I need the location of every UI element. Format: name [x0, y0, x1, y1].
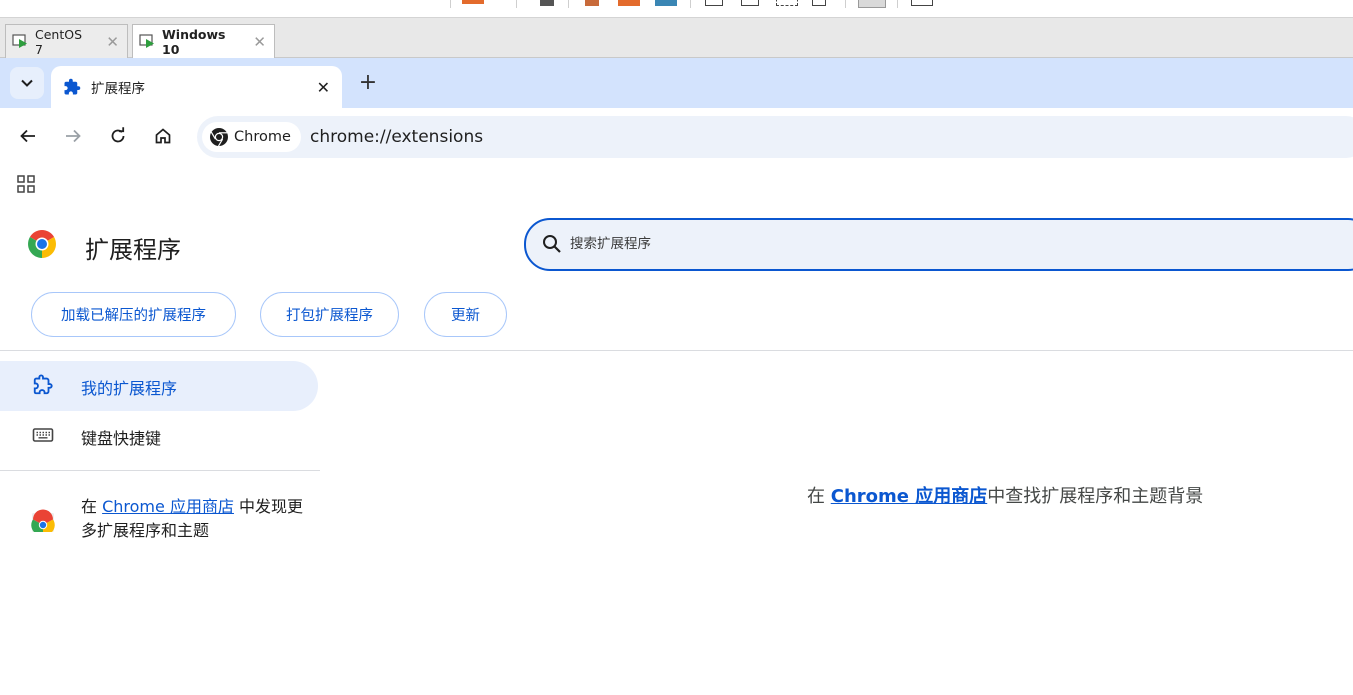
- toolbar-separator: [568, 0, 569, 8]
- site-info-chip[interactable]: Chrome: [202, 122, 301, 152]
- sidebar: 我的扩展程序 键盘快捷键 在 Chrome 应用商店 中发现更多扩展程序和主题: [0, 351, 320, 695]
- reload-icon: [111, 127, 125, 143]
- toolbar-separator: [845, 0, 846, 8]
- tab-title: 扩展程序: [91, 81, 145, 97]
- home-icon: [155, 128, 171, 144]
- back-button[interactable]: [16, 124, 40, 148]
- vm-toolbar-icon-snapshot[interactable]: [540, 0, 554, 6]
- webstore-link[interactable]: Chrome 应用商店: [831, 486, 988, 507]
- load-unpacked-button[interactable]: 加载已解压的扩展程序: [31, 292, 236, 337]
- url-text[interactable]: chrome://extensions: [310, 127, 483, 147]
- vm-tab-windows10[interactable]: Windows 10 ✕: [132, 24, 275, 58]
- chrome-tab-extensions[interactable]: 扩展程序 ✕: [51, 66, 342, 108]
- vm-toolbar-icon-view-split[interactable]: [741, 0, 759, 6]
- search-icon: [542, 234, 562, 258]
- vm-machine-icon: [12, 33, 29, 50]
- toolbar-separator: [897, 0, 898, 8]
- toolbar-separator: [450, 0, 451, 8]
- extension-icon: [32, 374, 54, 400]
- toolbar-separator: [690, 0, 691, 8]
- vm-toolbar: [0, 0, 1353, 18]
- chrome-logo-icon: [27, 229, 57, 263]
- arrow-right-icon: [66, 129, 81, 143]
- apps-grid-icon[interactable]: [17, 175, 35, 197]
- vm-toolbar-icon-revert[interactable]: [585, 0, 599, 6]
- close-icon[interactable]: ✕: [317, 78, 330, 97]
- vm-toolbar-icon-view-console[interactable]: [705, 0, 723, 6]
- bookmarks-bar: [0, 164, 1353, 202]
- arrow-left-icon: [20, 129, 35, 143]
- vm-tab-label: CentOS 7: [35, 26, 83, 57]
- update-button[interactable]: 更新: [424, 292, 507, 337]
- vm-toolbar-icon-unity[interactable]: [812, 0, 826, 6]
- toolbar-separator: [516, 0, 517, 8]
- vm-toolbar-icon-console-active[interactable]: [858, 0, 886, 8]
- webstore-promo-text: 在 Chrome 应用商店 中发现更多扩展程序和主题: [81, 497, 304, 540]
- forward-button[interactable]: [61, 124, 85, 148]
- sidebar-item-my-extensions[interactable]: 我的扩展程序: [0, 361, 318, 411]
- chip-label: Chrome: [234, 129, 291, 145]
- vm-toolbar-icon-fullscreen[interactable]: [776, 0, 798, 6]
- navigation-bar: Chrome chrome://extensions: [0, 108, 1353, 164]
- new-tab-button[interactable]: +: [356, 71, 380, 95]
- keyboard-icon: [32, 424, 54, 450]
- empty-state-message: 在 Chrome 应用商店中查找扩展程序和主题背景: [807, 486, 1204, 507]
- page-title: 扩展程序: [85, 236, 181, 264]
- reload-button[interactable]: [106, 124, 130, 148]
- omnibox[interactable]: Chrome chrome://extensions: [197, 116, 1353, 158]
- sidebar-item-keyboard-shortcuts[interactable]: 键盘快捷键: [0, 411, 318, 461]
- extensions-toolbar: 扩展程序 加载已解压的扩展程序 打包扩展程序 更新: [0, 202, 1353, 351]
- webstore-icon: [31, 509, 55, 537]
- vm-toolbar-icon-library[interactable]: [911, 0, 933, 6]
- chrome-tab-strip: 扩展程序 ✕ +: [0, 58, 1353, 108]
- search-input[interactable]: [570, 232, 1270, 256]
- puzzle-icon: [64, 78, 81, 95]
- sidebar-item-label: 键盘快捷键: [81, 429, 162, 448]
- sidebar-webstore-promo: 在 Chrome 应用商店 中发现更多扩展程序和主题: [0, 493, 320, 553]
- chevron-down-icon: [21, 79, 33, 87]
- webstore-link[interactable]: Chrome 应用商店: [102, 497, 234, 516]
- vm-tab-label: Windows 10: [162, 26, 226, 57]
- close-icon[interactable]: ✕: [253, 33, 266, 51]
- vm-tab-bar: CentOS 7 ✕ Windows 10 ✕: [0, 18, 1353, 58]
- chrome-logo-icon: [210, 128, 228, 147]
- close-icon[interactable]: ✕: [106, 33, 119, 51]
- vm-toolbar-icon-manager[interactable]: [618, 0, 640, 6]
- vm-toolbar-icon-network[interactable]: [655, 0, 677, 6]
- sidebar-item-label: 我的扩展程序: [81, 379, 178, 398]
- search-box[interactable]: [524, 218, 1353, 271]
- pack-extension-button[interactable]: 打包扩展程序: [260, 292, 399, 337]
- vm-tab-centos[interactable]: CentOS 7 ✕: [5, 24, 128, 58]
- home-button[interactable]: [151, 124, 175, 148]
- sidebar-divider: [0, 470, 320, 471]
- vm-toolbar-icon-power[interactable]: [462, 0, 484, 4]
- tab-search-button[interactable]: [10, 67, 44, 99]
- vm-machine-icon: [139, 33, 156, 50]
